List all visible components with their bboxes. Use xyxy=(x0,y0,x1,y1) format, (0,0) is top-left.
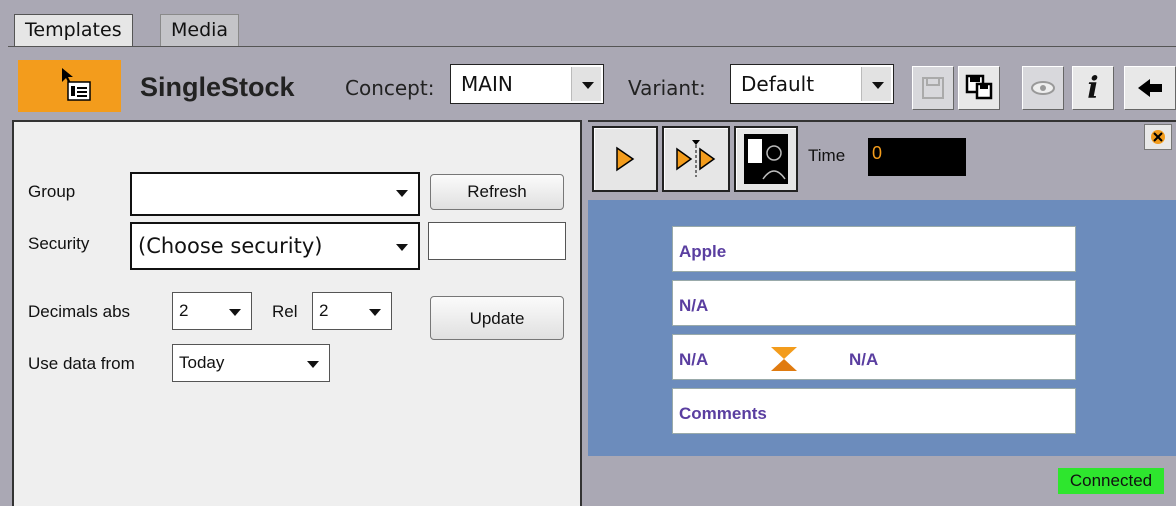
save-as-button[interactable] xyxy=(958,66,1000,110)
use-data-value: Today xyxy=(179,353,225,372)
time-display: 0 xyxy=(868,138,966,176)
concept-label: Concept: xyxy=(345,76,435,100)
close-preview-button[interactable] xyxy=(1144,124,1172,150)
preview-toggle-button[interactable] xyxy=(734,126,798,192)
template-icon xyxy=(62,68,91,101)
security-text-field[interactable] xyxy=(428,222,566,260)
refresh-button[interactable]: Refresh xyxy=(430,174,564,210)
security-select[interactable]: (Choose security) xyxy=(130,222,420,270)
group-label: Group xyxy=(28,182,76,201)
chevron-down-icon[interactable] xyxy=(571,67,601,101)
rel-value: 2 xyxy=(319,301,329,320)
use-data-label: Use data from xyxy=(28,354,135,373)
preview-change-field[interactable]: N/A N/A xyxy=(672,334,1076,380)
connection-status: Connected xyxy=(1058,468,1164,494)
back-button[interactable] xyxy=(1124,66,1176,110)
preview-name-field[interactable]: Apple xyxy=(672,226,1076,272)
decimals-abs-value: 2 xyxy=(179,301,189,320)
save-button[interactable] xyxy=(912,66,954,110)
change-left-value: N/A xyxy=(679,350,709,369)
preview-comments-field[interactable]: Comments xyxy=(672,388,1076,434)
variant-select[interactable]: Default xyxy=(730,64,894,104)
save-as-icon xyxy=(965,74,993,100)
info-icon: i xyxy=(1087,70,1099,106)
security-value: (Choose security) xyxy=(138,234,323,258)
preview-eye-icon xyxy=(1031,81,1055,95)
use-data-select[interactable]: Today xyxy=(172,344,330,382)
back-arrow-icon xyxy=(1138,79,1162,97)
continue-button[interactable] xyxy=(662,126,730,192)
preview-thumbnail-icon xyxy=(744,134,788,184)
change-right-value: N/A xyxy=(849,350,879,369)
chevron-down-icon[interactable] xyxy=(861,67,891,101)
rel-select[interactable]: 2 xyxy=(312,292,392,330)
info-button[interactable]: i xyxy=(1072,66,1114,110)
template-icon-button[interactable] xyxy=(18,60,121,112)
variant-value: Default xyxy=(741,72,815,96)
continue-icon xyxy=(676,140,716,177)
preview-eye-button[interactable] xyxy=(1022,66,1064,110)
time-label: Time xyxy=(808,146,846,165)
tab-templates[interactable]: Templates xyxy=(14,14,133,46)
play-icon xyxy=(616,146,635,172)
close-icon xyxy=(1151,130,1165,144)
concept-select[interactable]: MAIN xyxy=(450,64,604,104)
decimals-abs-label: Decimals abs xyxy=(28,302,131,321)
variant-label: Variant: xyxy=(628,76,706,100)
save-icon xyxy=(922,77,944,99)
template-name: SingleStock xyxy=(140,72,295,102)
play-button[interactable] xyxy=(592,126,658,192)
security-label: Security xyxy=(28,234,90,253)
rel-label: Rel xyxy=(272,302,298,321)
group-select[interactable] xyxy=(130,172,420,216)
concept-value: MAIN xyxy=(461,72,513,96)
tab-media[interactable]: Media xyxy=(160,14,240,46)
update-button[interactable]: Update xyxy=(430,296,564,340)
decimals-abs-select[interactable]: 2 xyxy=(172,292,252,330)
chevron-down-icon[interactable] xyxy=(394,228,418,258)
hourglass-icon xyxy=(769,343,799,393)
preview-value-field[interactable]: N/A xyxy=(672,280,1076,326)
